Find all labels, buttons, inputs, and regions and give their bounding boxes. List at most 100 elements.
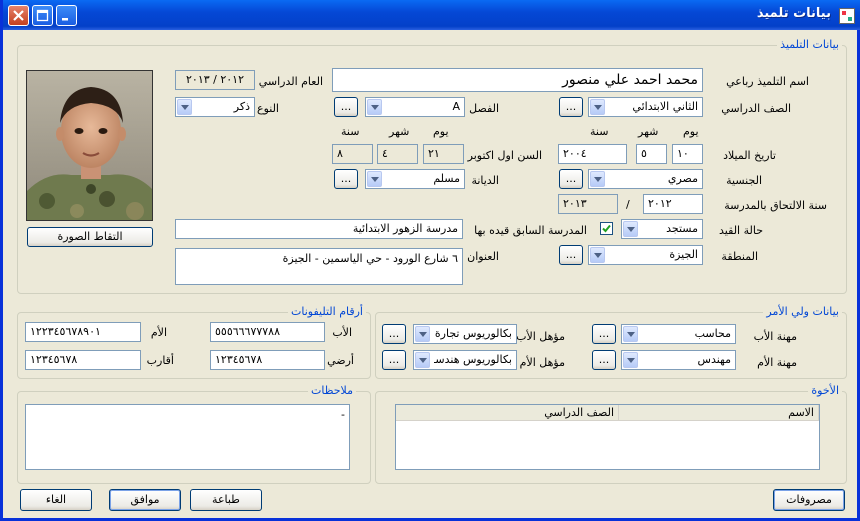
- dob-month-field[interactable]: ٥: [636, 144, 667, 164]
- class-combo[interactable]: A: [365, 97, 465, 117]
- age-year-field[interactable]: ٨: [332, 144, 373, 164]
- father-qual-value: بكالوريوس تجارة: [434, 327, 512, 340]
- gender-combo[interactable]: ذكر: [175, 97, 255, 117]
- age-day-field[interactable]: ٢١: [423, 144, 464, 164]
- age-month-header: شهر: [389, 125, 410, 138]
- religion-combo[interactable]: مسلم: [365, 169, 465, 189]
- grade-value: الثاني الابتدائي: [632, 100, 698, 113]
- age-month-field[interactable]: ٤: [377, 144, 418, 164]
- age-day-header: يوم: [433, 125, 449, 138]
- siblings-col-filler: [396, 405, 518, 421]
- phones-group-legend: أرقام التليفونات: [288, 305, 366, 318]
- region-combo[interactable]: الجيزة: [588, 245, 703, 265]
- mother-job-combo[interactable]: مهندس: [621, 350, 736, 370]
- status-label: حالة القيد: [719, 224, 763, 237]
- app-icon: [839, 8, 855, 24]
- mother-job-more-button[interactable]: ...: [592, 350, 616, 370]
- window-title: بيانات تلميذ: [756, 6, 831, 21]
- nationality-more-button[interactable]: ...: [559, 169, 583, 189]
- dob-year-header: سنة: [590, 125, 609, 138]
- expenses-button[interactable]: مصروفات: [773, 489, 845, 511]
- gender-label: النوع: [257, 102, 279, 115]
- siblings-list[interactable]: الاسم الصف الدراسي: [395, 404, 820, 470]
- chevron-down-icon: [367, 171, 382, 187]
- prev-school-field[interactable]: مدرسة الزهور الابتدائية: [175, 219, 463, 239]
- student-group-legend: بيانات التلميذ: [777, 38, 842, 51]
- minimize-icon: [62, 18, 68, 21]
- father-job-combo[interactable]: محاسب: [621, 324, 736, 344]
- chevron-down-icon: [623, 326, 638, 342]
- grade-more-button[interactable]: ...: [559, 97, 583, 117]
- maximize-icon: [36, 9, 49, 22]
- religion-more-button[interactable]: ...: [334, 169, 358, 189]
- mother-phone-label: الأم: [150, 326, 167, 339]
- close-button[interactable]: [8, 5, 29, 26]
- dob-year-field[interactable]: ٢٠٠٤: [558, 144, 627, 164]
- grade-label: الصف الدراسي: [721, 102, 791, 115]
- landline-field[interactable]: ١٢٣٤٥٦٧٨: [210, 350, 325, 370]
- chevron-down-icon: [177, 99, 192, 115]
- close-icon: [13, 10, 24, 21]
- mother-job-value: مهندس: [697, 353, 731, 366]
- father-job-label: مهنة الأب: [753, 330, 797, 343]
- religion-value: مسلم: [433, 172, 460, 185]
- print-button[interactable]: طباعة: [190, 489, 262, 511]
- father-job-more-button[interactable]: ...: [592, 324, 616, 344]
- status-combo[interactable]: مستجد: [621, 219, 703, 239]
- age-year-header: سنة: [341, 125, 360, 138]
- prev-school-checkbox[interactable]: [600, 222, 613, 235]
- mother-qual-value: بكالوريوس هندسـ...: [434, 353, 512, 366]
- maximize-button[interactable]: [32, 5, 53, 26]
- mother-qual-more-button[interactable]: ...: [382, 350, 406, 370]
- ok-button[interactable]: موافق: [109, 489, 181, 511]
- relatives-field[interactable]: ١٢٣٤٥٦٧٨: [25, 350, 141, 370]
- region-more-button[interactable]: ...: [559, 245, 583, 265]
- dob-day-field[interactable]: ١٠: [672, 144, 703, 164]
- father-qual-more-button[interactable]: ...: [382, 324, 406, 344]
- guardian-group-legend: بيانات ولي الأمر: [763, 305, 842, 318]
- siblings-group-legend: الأخوة: [808, 384, 842, 397]
- cancel-button[interactable]: الغاء: [20, 489, 92, 511]
- class-value: A: [452, 100, 460, 113]
- nationality-label: الجنسية: [726, 174, 762, 187]
- father-phone-field[interactable]: ٥٥٥٦٦٦٧٧٧٨٨: [210, 322, 325, 342]
- father-qual-label: مؤهل الأب: [516, 330, 565, 343]
- checkmark-icon: [602, 224, 611, 233]
- name-field[interactable]: محمد احمد علي منصور: [332, 68, 703, 92]
- class-more-button[interactable]: ...: [334, 97, 358, 117]
- chevron-down-icon: [590, 99, 605, 115]
- student-photo: [26, 70, 153, 221]
- year-field[interactable]: ٢٠١٢ / ٢٠١٣: [175, 70, 255, 90]
- enroll-to-field[interactable]: ٢٠١٣: [558, 194, 618, 214]
- enroll-from-field[interactable]: ٢٠١٢: [643, 194, 703, 214]
- status-value: مستجد: [666, 222, 698, 235]
- address-field[interactable]: ٦ شارع الورود - حي الياسمين - الجيزة: [175, 248, 463, 285]
- notes-field[interactable]: -: [25, 404, 350, 470]
- capture-photo-button[interactable]: التقاط الصورة: [27, 227, 153, 247]
- class-label: الفصل: [469, 102, 499, 115]
- enroll-separator: /: [626, 198, 630, 211]
- title-bar: بيانات تلميذ: [3, 0, 860, 30]
- age-label: السن اول اكتوبر: [467, 149, 542, 162]
- dob-label: تاريخ الميلاد: [723, 149, 776, 162]
- siblings-col-grade[interactable]: الصف الدراسي: [518, 405, 619, 421]
- dob-month-header: شهر: [638, 125, 659, 138]
- mother-qual-combo[interactable]: بكالوريوس هندسـ...: [413, 350, 517, 370]
- religion-label: الديانة: [471, 174, 499, 187]
- father-qual-combo[interactable]: بكالوريوس تجارة: [413, 324, 517, 344]
- gender-value: ذكر: [233, 100, 250, 113]
- minimize-button[interactable]: [56, 5, 77, 26]
- nationality-combo[interactable]: مصري: [588, 169, 703, 189]
- prev-school-label: المدرسة السابق قيده بها: [474, 224, 587, 237]
- grade-combo[interactable]: الثاني الابتدائي: [588, 97, 703, 117]
- notes-group-legend: ملاحظات: [308, 384, 356, 397]
- siblings-col-name[interactable]: الاسم: [619, 405, 819, 421]
- chevron-down-icon: [415, 352, 430, 368]
- enroll-label: سنة الالتحاق بالمدرسة: [724, 199, 827, 212]
- mother-job-label: مهنة الأم: [757, 356, 797, 369]
- region-value: الجيزة: [669, 248, 698, 261]
- chevron-down-icon: [623, 221, 638, 237]
- father-job-value: محاسب: [694, 327, 731, 340]
- address-label: العنوان: [467, 250, 499, 263]
- mother-phone-field[interactable]: ١٢٢٣٤٥٦٧٨٩٠١: [25, 322, 141, 342]
